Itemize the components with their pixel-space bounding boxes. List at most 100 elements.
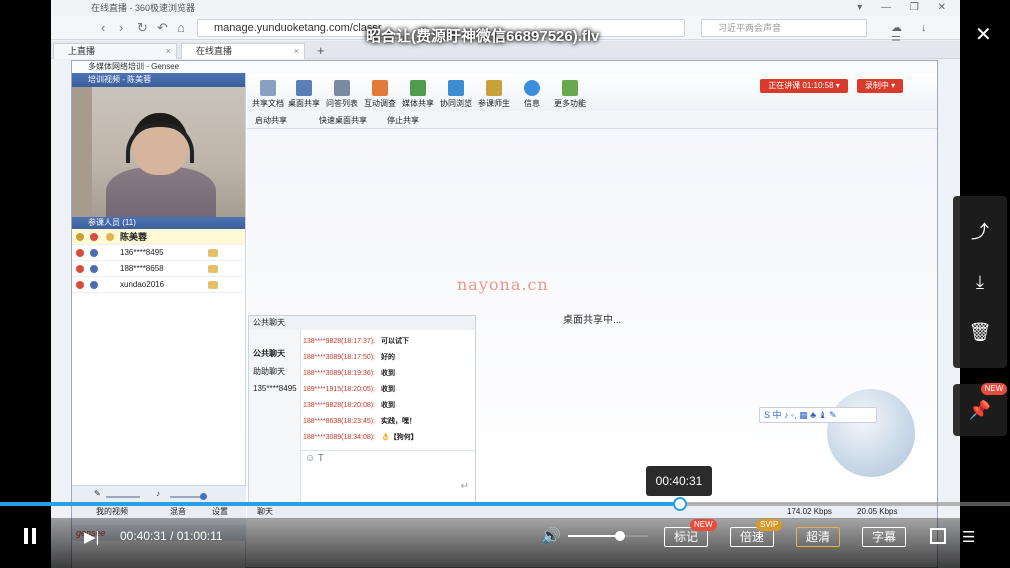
settings-label: 设置 xyxy=(212,507,228,516)
stop-share-button: 停止共享 xyxy=(387,116,419,125)
video-player: 在线直播 - 360极速浏览器 ▾ — ❐ ✕ ‹ › ↻ ↶ ⌂ manage… xyxy=(0,0,1010,568)
document-icon xyxy=(260,80,276,96)
quality-button[interactable]: 超清 xyxy=(796,527,840,547)
chat-user: 138****9828(18:20:08): xyxy=(303,402,376,409)
fullscreen-icon[interactable] xyxy=(930,528,946,544)
chat-icon xyxy=(208,249,218,257)
recorded-browser-window: 在线直播 - 360极速浏览器 ▾ — ❐ ✕ ‹ › ↻ ↶ ⌂ manage… xyxy=(51,0,960,568)
toolbar-label: 问答列表 xyxy=(326,99,358,108)
desktop-share-icon xyxy=(296,80,312,96)
speed-badge: SVIP xyxy=(756,519,783,531)
next-icon[interactable]: ▶| xyxy=(84,528,99,546)
volume-icon[interactable]: 🔊 xyxy=(541,526,561,546)
download-icon[interactable]: ⤓ xyxy=(968,270,992,294)
video-file-title: 昭合让(费源盱神微信66897526).flv xyxy=(366,28,600,45)
volume-fill xyxy=(568,535,620,537)
browser-title-bar: 在线直播 - 360极速浏览器 ▾ — ❐ ✕ xyxy=(51,0,960,16)
volume-slider[interactable] xyxy=(568,531,648,541)
camera-icon xyxy=(90,265,98,273)
side-panel: ⤴ ⤓ 🗑 xyxy=(953,196,1007,368)
attendee-name: 188****8658 xyxy=(120,264,164,273)
mix-label: 混音 xyxy=(170,507,186,516)
chat-header: 公共聊天 xyxy=(249,316,475,330)
chat-text: 收到 xyxy=(381,386,396,393)
time-display: 00:40:31 / 01:00:11 xyxy=(120,529,223,543)
subtitle-button[interactable]: 字幕 xyxy=(862,527,906,547)
chat-tab-assist: 助助聊天 xyxy=(253,367,285,376)
globe-graphic xyxy=(827,389,915,477)
toolbar-qa: 问答列表 xyxy=(323,77,361,109)
chat-input: ☺ T ↵ xyxy=(301,450,475,504)
attendee-row: 188****8658 xyxy=(72,261,245,277)
control-bar xyxy=(0,518,1010,568)
delete-icon[interactable]: 🗑 xyxy=(968,320,992,344)
toolbar-participants: 参课师生 xyxy=(475,77,513,109)
attendee-name: 136****8495 xyxy=(120,248,164,257)
chat-tabs: 公共聊天 助助聊天 135****8495 xyxy=(249,330,301,506)
attendee-count: 参课人员 (11) xyxy=(88,218,136,227)
close-player-button[interactable]: ✕ xyxy=(975,22,992,47)
chat-tab-public: 公共聊天 xyxy=(253,349,285,358)
send-icon: ↵ xyxy=(460,481,469,492)
attendee-row: xundao2016 xyxy=(72,277,245,293)
forward-icon: › xyxy=(119,20,124,35)
chat-text: 收到 xyxy=(381,370,396,377)
speaker-video xyxy=(72,87,245,217)
mic-slider xyxy=(106,496,140,498)
new-badge: NEW xyxy=(981,383,1007,395)
chat-message: 188****3089(18:34:08): 👌【狗何】 xyxy=(303,430,473,446)
mic-icon xyxy=(90,233,98,241)
toolbar-label: 更多功能 xyxy=(554,99,586,108)
new-tab-icon: + xyxy=(317,43,325,58)
info-icon xyxy=(524,80,540,96)
my-video-label: 我的视频 xyxy=(96,507,128,516)
start-share-button: 启动共享 xyxy=(255,116,287,125)
watermark-text: nayona.cn xyxy=(457,275,549,294)
browser-tab-label: 在线直播 xyxy=(196,46,233,56)
chat-text: 👌【狗何】 xyxy=(381,434,418,441)
progress-bar[interactable] xyxy=(0,497,1010,511)
chat-message: 138****9828(18:17:37): 可以试下 xyxy=(303,334,473,350)
quick-share-button: 快速桌面共享 xyxy=(319,116,367,125)
gensee-title-bar: 多媒体网络培训 - Gensee xyxy=(72,61,937,73)
emoji-icon: ☺ T xyxy=(305,453,324,464)
refresh-icon: ↻ xyxy=(137,20,148,35)
volume-knob[interactable] xyxy=(615,531,625,541)
pause-button[interactable] xyxy=(22,528,38,544)
chat-message: 188****3089(18:17:50): 好的 xyxy=(303,350,473,366)
chat-user: 188****3089(18:17:50): xyxy=(303,354,376,361)
co-browse-icon xyxy=(448,80,464,96)
browser-tab-active: 在线直播 × xyxy=(181,43,305,59)
mic-icon xyxy=(76,265,84,273)
chat-message: 188****3089(18:19:36): 收到 xyxy=(303,366,473,382)
progress-knob[interactable] xyxy=(672,497,687,511)
mark-badge: NEW xyxy=(690,519,717,531)
chat-messages: 138****9828(18:17:37): 可以试下 188****3089(1… xyxy=(303,334,473,446)
gensee-left-panel: 培训视频 - 陈美蓉 参课人员 (11) 陈美蓉 136****8495 188… xyxy=(72,73,246,568)
mic-icon: ✎ xyxy=(94,489,101,498)
chat-message: 138****9828(18:20:08): 收到 xyxy=(303,398,473,414)
key-icon xyxy=(76,233,84,241)
window-controls: ▾ — ❐ ✕ xyxy=(857,2,954,13)
toolbar-label: 媒体共享 xyxy=(402,99,434,108)
speaker-header: 培训视频 - 陈美蓉 xyxy=(72,73,245,87)
chat-tab-private: 135****8495 xyxy=(253,384,297,393)
camera-icon xyxy=(90,281,98,289)
chat-text: 实践，嘿！ xyxy=(381,418,417,425)
toolbar-label: 互动调查 xyxy=(364,99,396,108)
live-status-badge: 正在讲课 01:10:58 ▾ xyxy=(760,79,848,93)
chat-title: 公共聊天 xyxy=(253,318,285,327)
chat-message: 189****1915(18:20:05): 收到 xyxy=(303,382,473,398)
participants-icon xyxy=(486,80,502,96)
playlist-icon[interactable]: ☰ xyxy=(962,528,975,546)
host-icon xyxy=(106,233,114,241)
pin-icon: 📌 xyxy=(968,400,992,420)
current-time: 00:40:31 xyxy=(120,529,167,543)
background-door xyxy=(72,87,92,217)
attendee-header: 参课人员 (11) xyxy=(72,217,245,229)
share-icon[interactable]: ⤴ xyxy=(968,220,992,244)
chat-text: 收到 xyxy=(381,402,396,409)
more-icon xyxy=(562,80,578,96)
media-share-icon xyxy=(410,80,426,96)
share-subbar: 启动共享 快速桌面共享 停止共享 xyxy=(247,111,937,129)
